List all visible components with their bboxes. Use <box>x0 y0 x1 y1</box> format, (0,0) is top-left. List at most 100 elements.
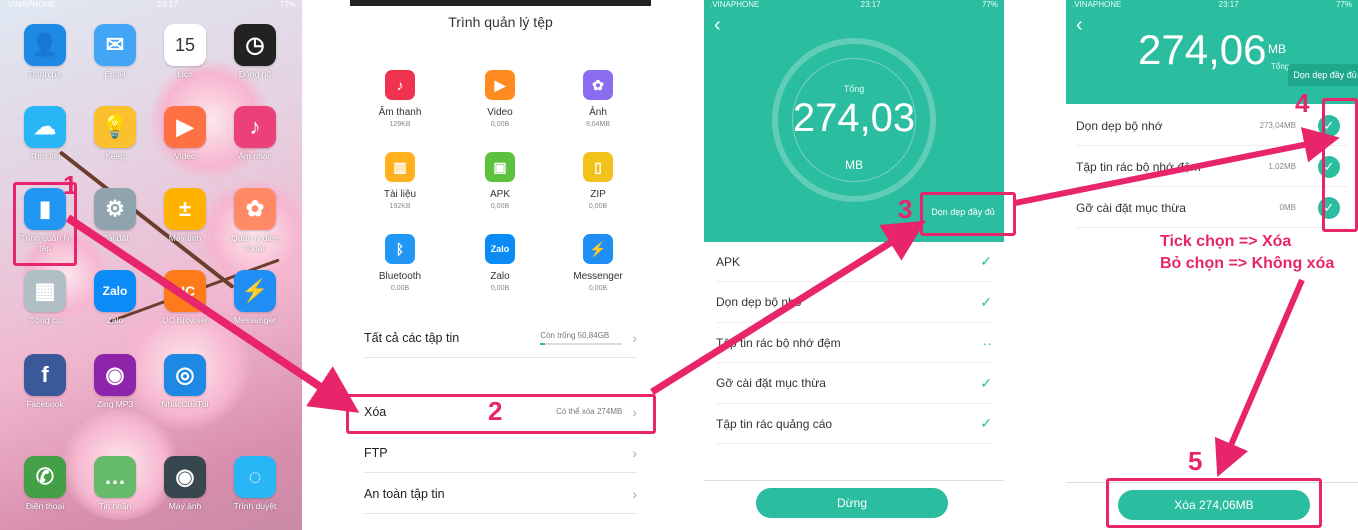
status-bar <box>350 0 651 6</box>
category-android-apk[interactable]: ▣ APK 0,00B <box>460 152 540 210</box>
carrier: .VINAPHONE <box>710 0 760 9</box>
confirm-header: .VINAPHONE 23:17 77% ‹ 274,06 MB Tổng Dọ… <box>1066 0 1358 104</box>
category-bluetooth[interactable]: ᛒ Bluetooth 0,00B <box>360 234 440 292</box>
app-settings-gear[interactable]: ⚙ Cài đặt <box>85 188 145 243</box>
app-facebook[interactable]: f Facebook <box>15 354 75 409</box>
zalo-icon: Zalo <box>94 270 136 312</box>
app-contacts[interactable]: 👤 Danh bạ <box>15 24 75 79</box>
category-size: 0,00B <box>490 121 510 128</box>
category-document[interactable]: ▥ Tài liệu 192KB <box>360 152 440 210</box>
all-files-row[interactable]: Tất cả các tập tin Còn trống 50,84GB › <box>364 318 637 358</box>
checkmark-icon: ✓ <box>980 253 992 269</box>
battery: 77% <box>1335 0 1352 9</box>
clean-item[interactable]: Tập tin rác bộ nhớ đệm 1,02MB ✓ <box>1076 147 1348 187</box>
app-lightbulb[interactable]: 💡 Keep <box>85 106 145 161</box>
bluetooth-icon: ᛒ <box>385 234 415 264</box>
scan-item[interactable]: Gỡ cài đặt mục thừa ✓ <box>716 364 992 404</box>
scan-item[interactable]: Tập tin rác quảng cáo ✓ <box>716 404 992 444</box>
app-zalo[interactable]: Zalo Zalo <box>85 270 145 325</box>
scan-item-label: Gỡ cài đặt mục thừa <box>716 376 826 390</box>
app-label: Điện thoại <box>25 501 65 511</box>
clean-item-label: Dọn dẹp bộ nhớ <box>1076 118 1163 133</box>
app-label: Cài đặt <box>101 233 129 243</box>
carrier: .VINAPHONE <box>1072 0 1122 9</box>
app-label: Công cụ <box>29 315 61 325</box>
app-nhaccuatui[interactable]: ◎ NhacCuaTui <box>155 354 215 409</box>
clean-item-label: Tập tin rác bộ nhớ đệm <box>1076 159 1201 174</box>
step-5-number: 5 <box>1188 446 1203 476</box>
app-clock[interactable]: ◷ Đồng hồ <box>225 24 285 79</box>
app-calculator[interactable]: ± Máy tính <box>155 188 215 243</box>
zip-icon: ▯ <box>583 152 613 182</box>
category-messenger[interactable]: ⚡ Messenger 0,00B <box>558 234 638 292</box>
category-size: 8,04MB <box>585 121 611 128</box>
app-uc-browser[interactable]: UC UC Browser <box>155 270 215 325</box>
app-video-play[interactable]: ▶ Video <box>155 106 215 161</box>
category-name: Video <box>487 107 513 118</box>
status-bar: .VINAPHONE 23:17 77% <box>704 0 1004 10</box>
music-note-icon: ♪ <box>234 106 276 148</box>
step-2-number: 2 <box>488 396 503 426</box>
category-size: 0,00B <box>588 285 608 292</box>
step-1-number: 1 <box>63 170 78 200</box>
full-clean-button[interactable]: Dọn dẹp đầy đủ <box>1288 64 1358 86</box>
app-phone-manager[interactable]: ✿ Quản lý điện thoại <box>225 188 285 253</box>
category-video[interactable]: ▶ Video 0,00B <box>460 70 540 128</box>
app-label: Đồng hồ <box>238 69 272 79</box>
carrier: .VINAPHONE <box>6 0 56 9</box>
app-weather[interactable]: ☁ Thời tiết <box>15 106 75 161</box>
instruction-note-2: Bỏ chọn => Không xóa <box>1160 255 1335 272</box>
app-music-note[interactable]: ♪ Âm nhạc <box>225 106 285 161</box>
category-name: Zalo <box>490 271 510 282</box>
highlight-full-clean <box>920 192 1016 236</box>
clean-item[interactable]: Gỡ cài đặt mục thừa 0MB ✓ <box>1076 188 1348 228</box>
scan-item[interactable]: APK ✓ <box>716 242 992 282</box>
stop-button[interactable]: Dừng <box>756 488 948 518</box>
messages-icon: … <box>94 456 136 498</box>
app-label: Video <box>174 151 196 161</box>
app-phone[interactable]: ✆ Điện thoại <box>15 456 75 511</box>
back-arrow-icon[interactable]: ‹ <box>1076 14 1083 37</box>
divider <box>704 480 1004 481</box>
app-browser[interactable]: ◌ Trình duyệt <box>225 456 285 511</box>
phone-manager-icon: ✿ <box>234 188 276 230</box>
loading-dots-icon: ·· <box>982 334 992 351</box>
app-label: UC Browser <box>162 315 208 325</box>
app-label: Thời tiết <box>29 151 61 161</box>
total-unit: MB <box>1268 42 1286 56</box>
category-audio[interactable]: ♪ Âm thanh 129KB <box>360 70 440 128</box>
safe-files-row[interactable]: An toàn tập tin › <box>364 474 637 514</box>
app-calendar[interactable]: 15 Lịch <box>155 24 215 79</box>
category-zalo[interactable]: Zalo Zalo 0,00B <box>460 234 540 292</box>
ftp-row[interactable]: FTP › <box>364 433 637 473</box>
highlight-delete-button <box>1106 478 1322 528</box>
app-label: Máy ảnh <box>168 501 202 511</box>
clock-icon: ◷ <box>234 24 276 66</box>
video-play-icon: ▶ <box>164 106 206 148</box>
camera-icon: ◉ <box>164 456 206 498</box>
android-apk-icon: ▣ <box>485 152 515 182</box>
chevron-right-icon: › <box>632 485 637 502</box>
category-size: 0,00B <box>490 285 510 292</box>
audio-icon: ♪ <box>385 70 415 100</box>
app-label: Trình duyệt <box>233 501 277 511</box>
back-arrow-icon[interactable]: ‹ <box>714 14 721 37</box>
category-name: Âm thanh <box>378 107 422 118</box>
app-camera[interactable]: ◉ Máy ảnh <box>155 456 215 511</box>
zing-mp3-icon: ◉ <box>94 354 136 396</box>
category-zip[interactable]: ▯ ZIP 0,00B <box>558 152 638 210</box>
app-messenger[interactable]: ⚡ Messenger <box>225 270 285 325</box>
app-mail[interactable]: ✉ Email <box>85 24 145 79</box>
app-tools-folder[interactable]: ▦ Công cụ <box>15 270 75 325</box>
scan-item[interactable]: Tập tin rác bộ nhớ đệm ·· <box>716 323 992 363</box>
app-label: Máy tính <box>168 233 202 243</box>
category-photo[interactable]: ✿ Ảnh 8,04MB <box>558 70 638 128</box>
scan-item[interactable]: Dọn dẹp bộ nhớ ✓ <box>716 283 992 323</box>
messenger-icon: ⚡ <box>234 270 276 312</box>
weather-icon: ☁ <box>24 106 66 148</box>
app-messages[interactable]: … Tin nhắn <box>85 456 145 511</box>
app-label: Âm nhạc <box>238 151 272 161</box>
scan-item-label: Dọn dẹp bộ nhớ <box>716 295 803 309</box>
app-label: Lịch <box>177 69 193 79</box>
app-zing-mp3[interactable]: ◉ Zing MP3 <box>85 354 145 409</box>
